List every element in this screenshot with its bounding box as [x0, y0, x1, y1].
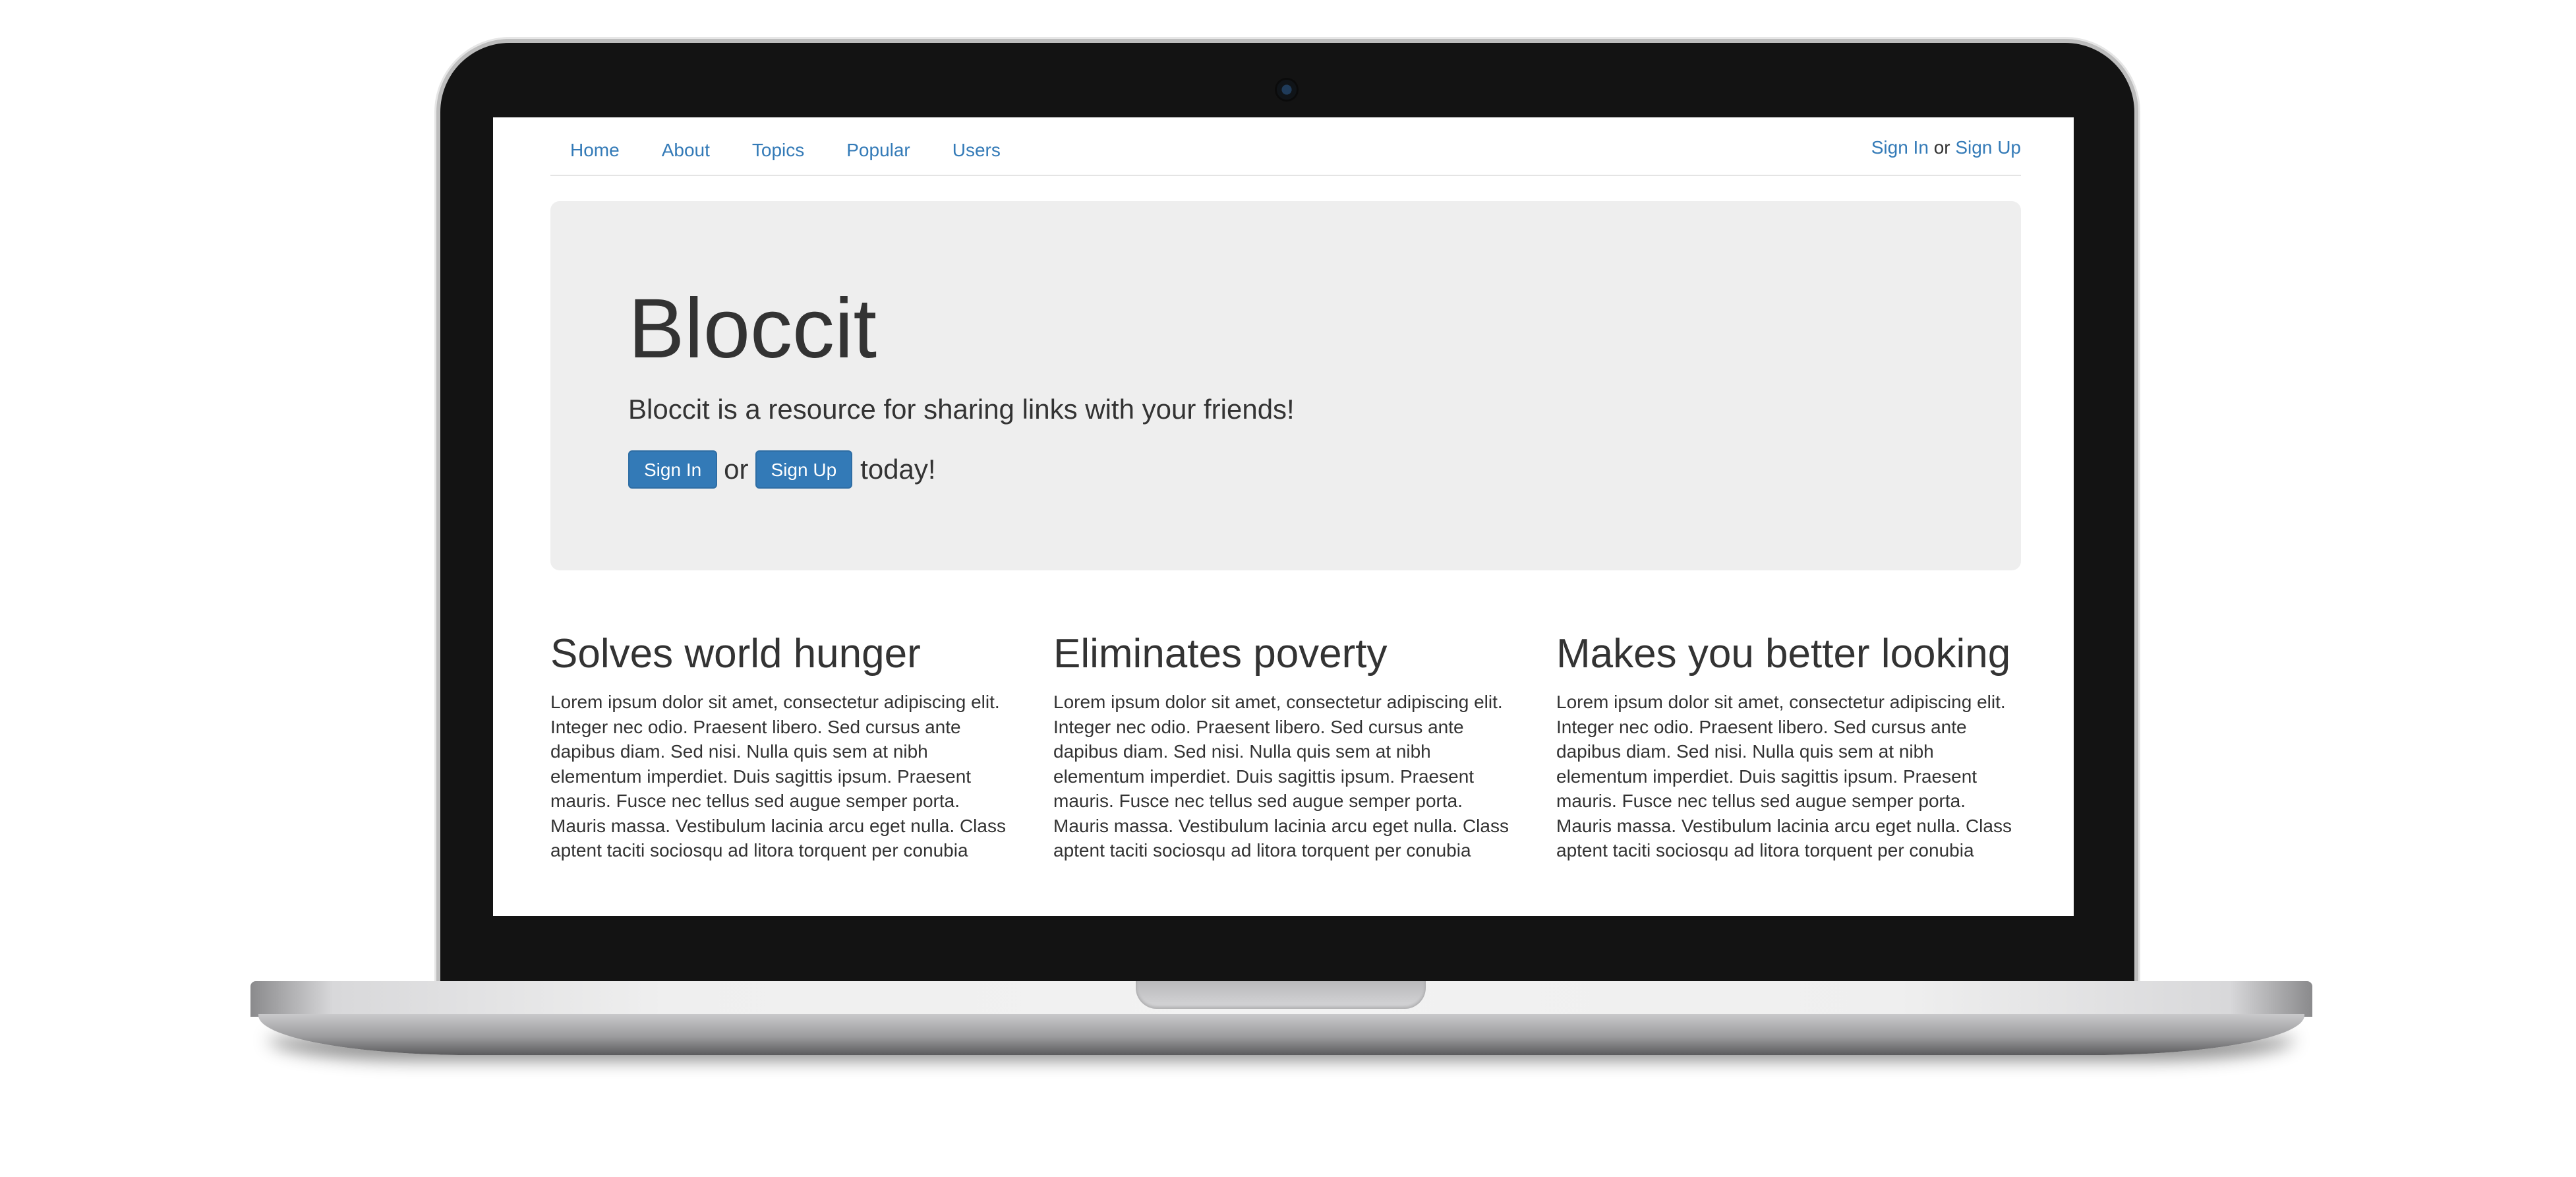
top-navbar: Home About Topics Popular Users Sign In … [550, 117, 2021, 176]
sign-up-button[interactable]: Sign Up [755, 450, 853, 489]
feature-body: Lorem ipsum dolor sit amet, consectetur … [550, 692, 1006, 861]
laptop-base-bottom [258, 1014, 2304, 1055]
nav-link-topics[interactable]: Topics [752, 140, 804, 161]
laptop-screen: Home About Topics Popular Users Sign In … [493, 117, 2074, 916]
features-row: Solves world hunger Lorem ipsum dolor si… [550, 631, 2021, 863]
nav-link-about[interactable]: About [662, 140, 710, 161]
feature-body: Lorem ipsum dolor sit amet, consectetur … [1053, 692, 1509, 861]
page-subtitle: Bloccit is a resource for sharing links … [628, 394, 1295, 425]
nav-link-home[interactable]: Home [570, 140, 620, 161]
feature-body: Lorem ipsum dolor sit amet, consectetur … [1556, 692, 2012, 861]
nav-auth: Sign In or Sign Up [1871, 137, 2021, 158]
call-to-action: Sign In or Sign Up today! [628, 450, 936, 489]
nav-or-text: or [1933, 137, 1950, 158]
cta-today-text: today! [860, 454, 936, 485]
webcam-icon [1277, 80, 1297, 100]
feature-heading: Eliminates poverty [1053, 631, 1388, 677]
nav-link-users[interactable]: Users [952, 140, 1001, 161]
laptop-opening-notch [1136, 981, 1426, 1009]
feature-column: Makes you better looking Lorem ipsum dol… [1556, 631, 2021, 863]
feature-heading: Solves world hunger [550, 631, 921, 677]
sign-in-button[interactable]: Sign In [628, 450, 718, 489]
cta-or-text: or [724, 454, 749, 485]
nav-sign-in-link[interactable]: Sign In [1871, 137, 1929, 158]
jumbotron: Bloccit Bloccit is a resource for sharin… [550, 201, 2021, 570]
page-container: Home About Topics Popular Users Sign In … [550, 117, 2021, 860]
nav-link-popular[interactable]: Popular [846, 140, 910, 161]
feature-column: Eliminates poverty Lorem ipsum dolor sit… [1053, 631, 1518, 863]
nav-links: Home About Topics Popular Users [570, 140, 1001, 161]
feature-column: Solves world hunger Lorem ipsum dolor si… [550, 631, 1015, 863]
nav-sign-up-link[interactable]: Sign Up [1955, 137, 2021, 158]
page-title: Bloccit [628, 282, 877, 376]
feature-heading: Makes you better looking [1556, 631, 2011, 677]
